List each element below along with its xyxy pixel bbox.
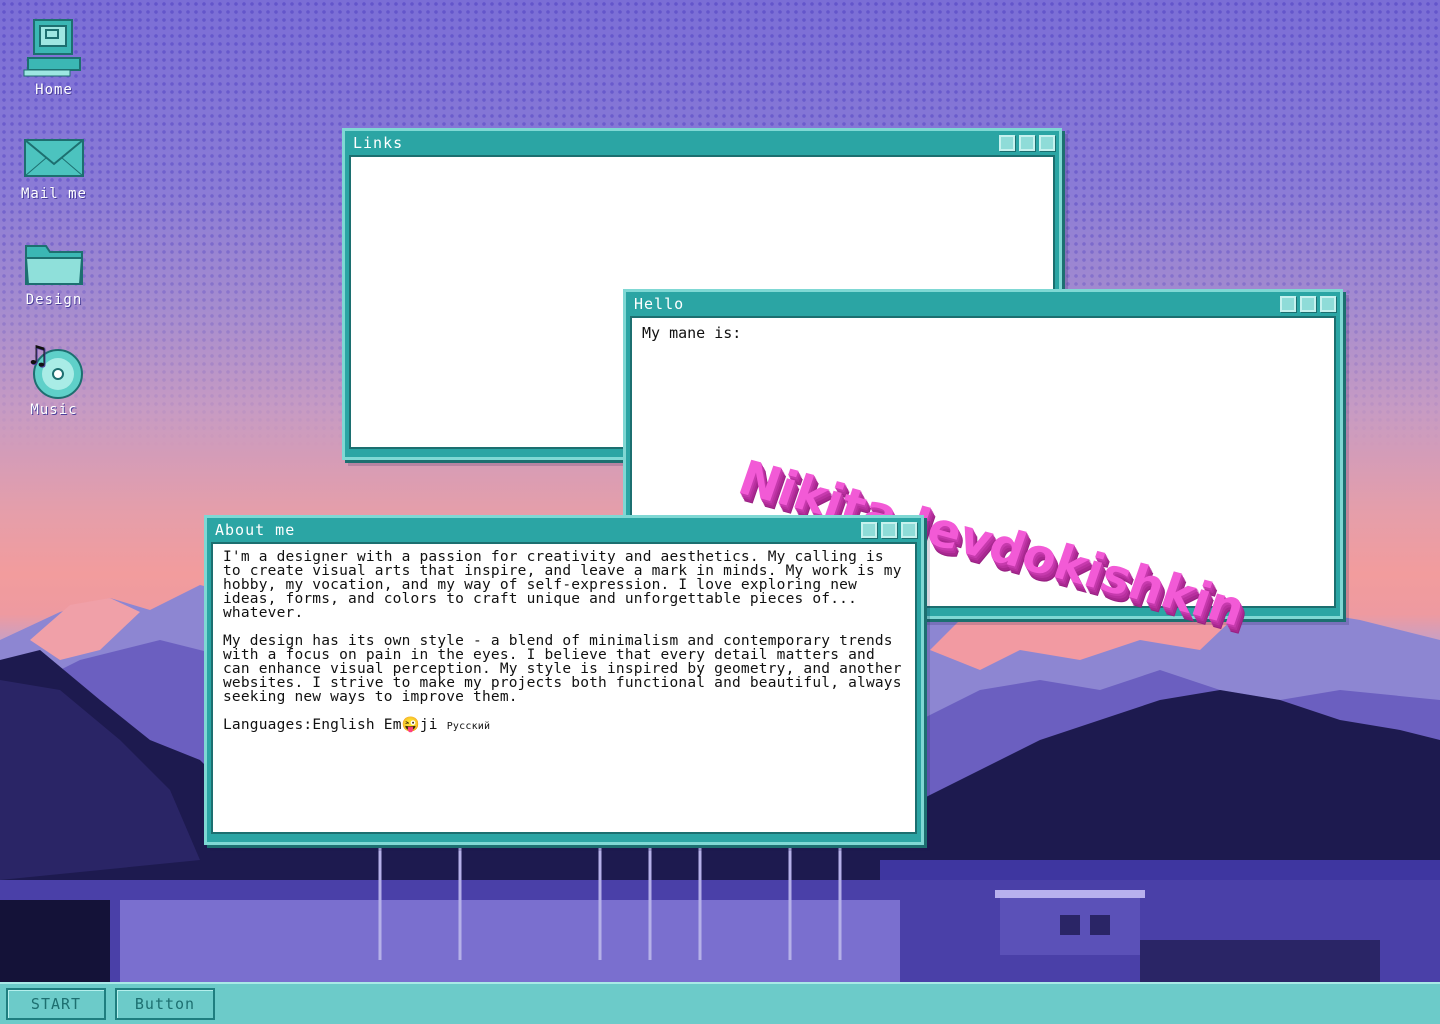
language-english: English [312,717,375,733]
close-button[interactable] [1320,296,1336,312]
window-title: Links [353,134,404,152]
maximize-button[interactable] [1019,135,1035,151]
name-intro-text: My mane is: [642,324,742,342]
window-title: Hello [634,295,685,313]
start-button[interactable]: START [6,988,106,1020]
shore-dark [0,900,110,982]
desktop-icon-label: Music [30,402,78,418]
building-window-2 [1090,915,1110,935]
taskbar-button[interactable]: Button [115,988,215,1020]
window-titlebar[interactable]: Hello [630,292,1336,316]
minimize-button[interactable] [1280,296,1296,312]
languages-line: Languages:English Em😜ji Русский [223,718,905,734]
envelope-icon [24,139,84,177]
window-titlebar[interactable]: Links [349,131,1055,155]
languages-label: Languages: [223,717,313,733]
cd-music-icon: ♫ [26,341,83,399]
window-title: About me [215,521,296,539]
computer-icon [23,19,81,77]
close-button[interactable] [901,522,917,538]
minimize-button[interactable] [999,135,1015,151]
pier [1140,940,1380,982]
desktop-icon-design[interactable]: Design [9,240,99,308]
window-about-me[interactable]: About me I'm a designer with a passion f… [204,515,924,845]
maximize-button[interactable] [881,522,897,538]
desktop-icon-label: Home [35,82,73,98]
about-paragraph-2: My design has its own style - a blend of… [223,633,902,705]
close-button[interactable] [1039,135,1055,151]
minimize-button[interactable] [861,522,877,538]
desktop-icon-home[interactable]: Home [9,18,99,98]
harbor-buildings [120,900,900,982]
desktop-icon-label: Mail me [20,186,87,202]
about-paragraph-1: I'm a designer with a passion for creati… [223,549,902,621]
desktop-icon-mail[interactable]: Mail me [9,134,99,202]
maximize-button[interactable] [1300,296,1316,312]
desktop-icon-label: Design [25,292,83,308]
language-emoji: Em😜ji [383,717,438,733]
desktop-icon-music[interactable]: ♫ Music [9,340,99,418]
window-titlebar[interactable]: About me [211,518,917,542]
folder-icon [24,245,84,285]
svg-text:♫: ♫ [26,341,50,371]
window-content: I'm a designer with a passion for creati… [211,542,917,834]
taskbar: START Button [0,982,1440,1024]
language-russian: Русский [446,721,491,732]
building-window-1 [1060,915,1080,935]
building-roof [995,890,1145,898]
